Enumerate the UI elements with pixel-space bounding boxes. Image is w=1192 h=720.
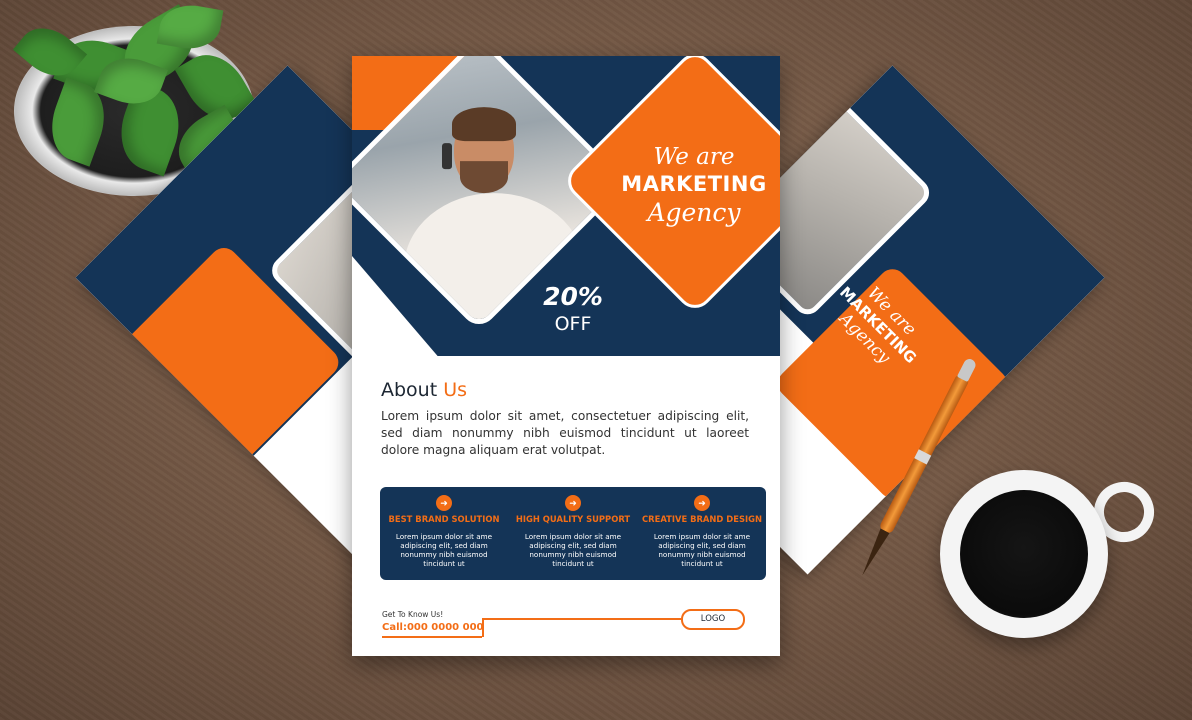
feature-text: Lorem ipsum dolor sit ame adipiscing eli… <box>653 532 751 568</box>
feature-title: BEST BRAND SOLUTION <box>388 514 500 524</box>
logo-placeholder: LOGO <box>681 609 745 630</box>
footer-phone: Call:000 0000 000 <box>382 622 484 633</box>
arrow-right-icon: ➜ <box>565 495 581 511</box>
feature-title: CREATIVE BRAND DESIGN <box>642 514 762 524</box>
feature-text: Lorem ipsum dolor sit ame adipiscing eli… <box>524 532 622 568</box>
about-title-main: About <box>381 379 438 401</box>
headline-line3: Agency <box>647 198 741 227</box>
desk-scene: We are MARKETING Agency We are MARKETING… <box>0 0 1192 720</box>
footer-divider <box>382 636 482 638</box>
features-panel: ➜ BEST BRAND SOLUTION Lorem ipsum dolor … <box>380 487 766 580</box>
about-title-accent: Us <box>443 379 468 401</box>
person-hair <box>452 107 516 142</box>
phone-icon <box>442 143 452 170</box>
coffee <box>960 490 1088 618</box>
footer-divider <box>483 618 681 620</box>
about-body: Lorem ipsum dolor sit amet, consectetuer… <box>381 409 749 457</box>
headline: We are MARKETING Agency <box>598 144 780 227</box>
discount-badge: 20% OFF <box>538 282 608 335</box>
discount-percent: 20% <box>543 282 603 311</box>
feature-text: Lorem ipsum dolor sit ame adipiscing eli… <box>395 532 493 568</box>
discount-label: OFF <box>554 313 592 335</box>
main-flyer: We are MARKETING Agency 20% OFF About Us… <box>352 56 780 656</box>
arrow-right-icon: ➜ <box>436 495 452 511</box>
arrow-right-icon: ➜ <box>694 495 710 511</box>
footer-kicker: Get To Know Us! <box>382 610 444 619</box>
feature-title: HIGH QUALITY SUPPORT <box>515 514 631 524</box>
person-beard <box>460 161 508 194</box>
footer-divider <box>482 618 484 637</box>
coffee-mug <box>940 470 1108 638</box>
headline-line1: We are <box>653 144 735 170</box>
headline-line2: MARKETING <box>621 172 767 196</box>
about-title: About Us <box>381 379 467 401</box>
